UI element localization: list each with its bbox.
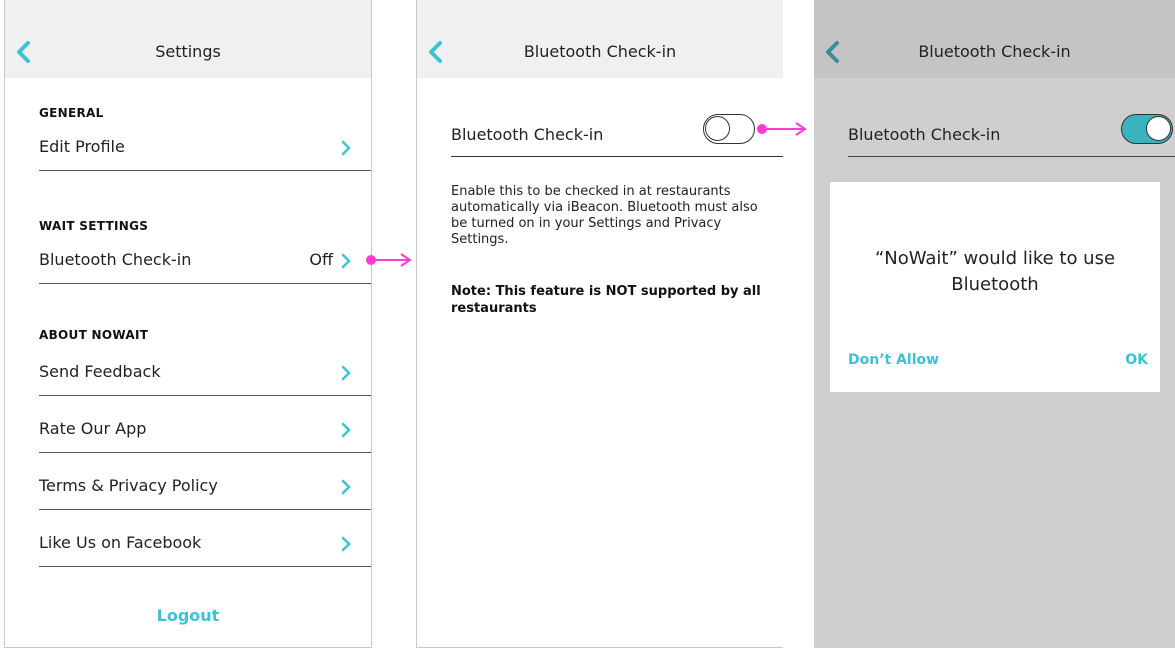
logout-button[interactable]: Logout [5,606,371,625]
chevron-right-icon [341,536,351,552]
row-label: Bluetooth Check-in [39,250,192,269]
row-label: Edit Profile [39,137,125,156]
bluetooth-status-value: Off [309,250,333,269]
toggle-label: Bluetooth Check-in [451,125,604,144]
send-feedback-row[interactable]: Send Feedback [39,339,371,396]
bluetooth-navbar: Bluetooth Check-in [417,0,783,78]
dont-allow-button[interactable]: Don’t Allow [848,352,939,368]
rate-app-row[interactable]: Rate Our App [39,396,371,453]
chevron-right-icon [341,422,351,438]
arrow-right-icon [757,122,807,136]
ok-button[interactable]: OK [1125,352,1148,368]
page-title: Settings [155,42,221,61]
bluetooth-checkin-screen: Bluetooth Check-in Bluetooth Check-in En… [416,0,783,648]
facebook-row[interactable]: Like Us on Facebook [39,510,371,567]
row-label: Terms & Privacy Policy [39,476,218,495]
feature-description: Enable this to be checked in at restaura… [451,184,758,247]
dialog-message: “NoWait” would like to use Bluetooth [874,248,1116,295]
page-title: Bluetooth Check-in [918,42,1071,61]
arrow-right-icon [366,253,412,267]
chevron-right-icon [341,479,351,495]
edit-profile-row[interactable]: Edit Profile [39,114,371,171]
bluetooth-toggle-row: Bluetooth Check-in [848,106,1175,157]
chevron-right-icon [341,253,351,269]
feature-note: Note: This feature is NOT supported by a… [451,284,761,316]
terms-privacy-row[interactable]: Terms & Privacy Policy [39,453,371,510]
toggle-label: Bluetooth Check-in [848,125,1001,144]
bluetooth-toggle-switch [1121,114,1173,144]
row-label: Rate Our App [39,419,147,438]
page-title: Bluetooth Check-in [523,42,677,61]
row-label: Send Feedback [39,362,161,381]
bluetooth-checkin-row[interactable]: Bluetooth Check-in Off [39,227,371,284]
toggle-knob [1146,116,1171,141]
permission-navbar: Bluetooth Check-in [814,0,1175,78]
settings-navbar: Settings [5,0,371,78]
permission-dialog: “NoWait” would like to use Bluetooth Don… [830,182,1160,392]
settings-screen: Settings GENERAL Edit Profile WAIT SETTI… [4,0,372,648]
chevron-right-icon [341,365,351,381]
row-label: Like Us on Facebook [39,533,202,552]
bluetooth-permission-screen: Bluetooth Check-in Bluetooth Check-in “N… [814,0,1175,648]
bluetooth-toggle-switch[interactable] [703,114,755,144]
chevron-right-icon [341,140,351,156]
toggle-knob [705,116,730,141]
bluetooth-toggle-row: Bluetooth Check-in [451,106,783,157]
